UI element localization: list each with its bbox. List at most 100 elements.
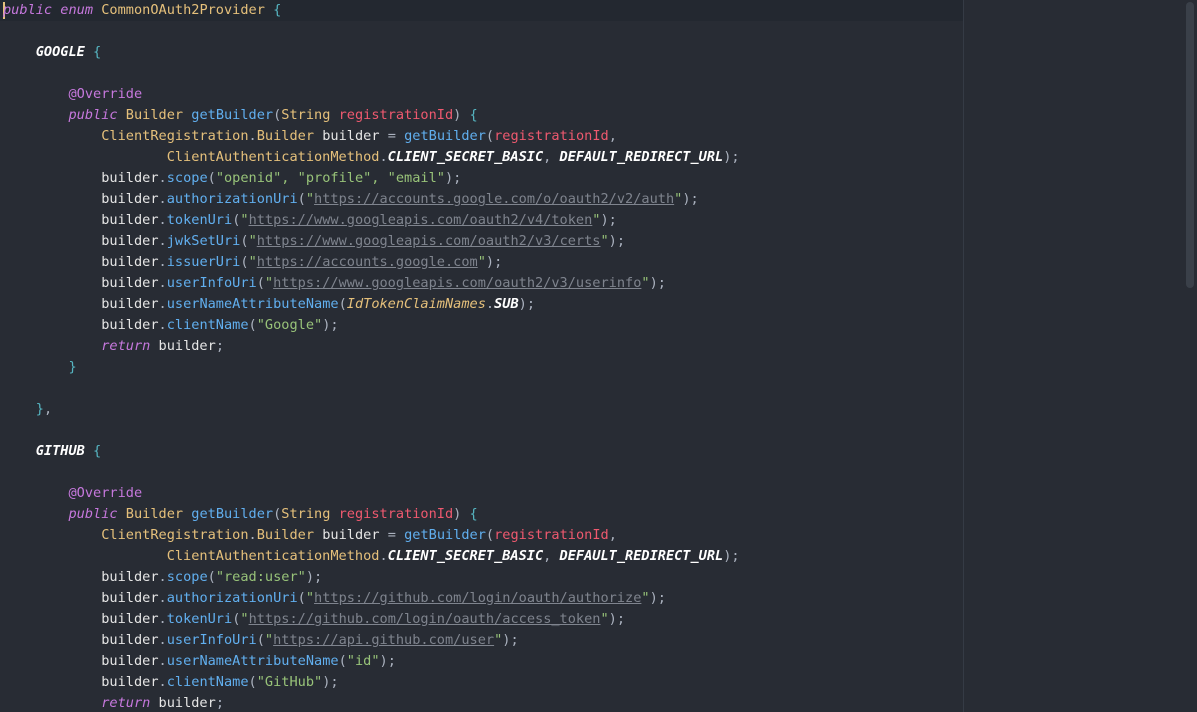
- string-literal: "id": [346, 653, 380, 669]
- keyword: return: [101, 695, 151, 711]
- parameter: registrationId: [338, 506, 454, 522]
- method-name: getBuilder: [404, 128, 486, 144]
- static-field: DEFAULT_REDIRECT_URL: [559, 149, 724, 165]
- code-line[interactable]: builder.userNameAttributeName("id");: [3, 651, 961, 672]
- code-line[interactable]: builder.clientName("GitHub");: [3, 672, 961, 693]
- static-field: CLIENT_SECRET_BASIC: [387, 149, 544, 165]
- code-content[interactable]: public enum CommonOAuth2Provider { GOOGL…: [3, 0, 961, 712]
- code-line[interactable]: @Override: [3, 84, 961, 105]
- variable: builder: [101, 170, 159, 186]
- type-name: ClientAuthenticationMethod: [166, 548, 380, 564]
- scrollbar-thumb[interactable]: [1186, 2, 1194, 288]
- code-line[interactable]: return builder;: [3, 693, 961, 712]
- code-line[interactable]: builder.scope("read:user");: [3, 567, 961, 588]
- method-name: jwkSetUri: [166, 233, 241, 249]
- variable: builder: [101, 611, 159, 627]
- right-margin-guide: [963, 0, 964, 712]
- type-name: ClientAuthenticationMethod: [166, 149, 380, 165]
- annotation: @Override: [68, 86, 143, 102]
- variable: builder: [322, 527, 380, 543]
- code-line[interactable]: },: [3, 399, 961, 420]
- variable: builder: [158, 338, 216, 354]
- code-line[interactable]: public Builder getBuilder(String registr…: [3, 105, 961, 126]
- type-name: Builder: [256, 128, 315, 144]
- variable: builder: [322, 128, 380, 144]
- code-line[interactable]: return builder;: [3, 336, 961, 357]
- code-line[interactable]: builder.issuerUri("https://accounts.goog…: [3, 252, 961, 273]
- static-field: CLIENT_SECRET_BASIC: [387, 548, 544, 564]
- code-line[interactable]: builder.jwkSetUri("https://www.googleapi…: [3, 231, 961, 252]
- keyword: public: [68, 506, 118, 522]
- variable: builder: [101, 653, 159, 669]
- code-line[interactable]: GITHUB {: [3, 441, 961, 462]
- code-line[interactable]: builder.userNameAttributeName(IdTokenCla…: [3, 294, 961, 315]
- variable: builder: [101, 296, 159, 312]
- code-line[interactable]: [3, 462, 961, 483]
- code-line[interactable]: ClientRegistration.Builder builder = get…: [3, 525, 961, 546]
- url-link[interactable]: https://github.com/login/oauth/authorize: [314, 590, 641, 606]
- code-line[interactable]: builder.userInfoUri("https://www.googlea…: [3, 273, 961, 294]
- code-line[interactable]: public Builder getBuilder(String registr…: [3, 504, 961, 525]
- code-editor[interactable]: public enum CommonOAuth2Provider { GOOGL…: [0, 0, 1182, 712]
- code-line[interactable]: }: [3, 357, 961, 378]
- method-name: scope: [166, 569, 208, 585]
- type-name: Builder: [125, 506, 184, 522]
- url-link[interactable]: https://www.googleapis.com/oauth2/v3/cer…: [257, 233, 601, 249]
- code-line[interactable]: builder.authorizationUri("https://github…: [3, 588, 961, 609]
- code-line[interactable]: builder.tokenUri("https://github.com/log…: [3, 609, 961, 630]
- code-line[interactable]: ClientAuthenticationMethod.CLIENT_SECRET…: [3, 147, 961, 168]
- keyword: public: [3, 2, 53, 18]
- static-field: DEFAULT_REDIRECT_URL: [559, 548, 724, 564]
- vertical-scrollbar[interactable]: [1182, 0, 1197, 712]
- code-line[interactable]: ClientRegistration.Builder builder = get…: [3, 126, 961, 147]
- keyword: return: [101, 338, 151, 354]
- code-line[interactable]: [3, 378, 961, 399]
- code-line[interactable]: [3, 420, 961, 441]
- code-line[interactable]: builder.tokenUri("https://www.googleapis…: [3, 210, 961, 231]
- string-literal: "GitHub": [256, 674, 323, 690]
- string-literal: "Google": [256, 317, 323, 333]
- code-line[interactable]: ClientAuthenticationMethod.CLIENT_SECRET…: [3, 546, 961, 567]
- variable: builder: [101, 632, 159, 648]
- url-link[interactable]: https://accounts.google.com/o/oauth2/v2/…: [314, 191, 674, 207]
- method-name: getBuilder: [191, 506, 274, 522]
- annotation: @Override: [68, 485, 143, 501]
- type-name: String: [281, 107, 331, 123]
- method-name: userInfoUri: [166, 275, 257, 291]
- enum-constant: GITHUB: [35, 443, 85, 459]
- method-name: clientName: [166, 674, 249, 690]
- enum-constant: GOOGLE: [35, 44, 85, 60]
- method-name: authorizationUri: [166, 191, 298, 207]
- type-name: ClientRegistration: [101, 527, 249, 543]
- method-name: tokenUri: [166, 611, 233, 627]
- parameter: registrationId: [494, 527, 609, 543]
- method-name: getBuilder: [191, 107, 274, 123]
- code-line[interactable]: [3, 63, 961, 84]
- parameter: registrationId: [494, 128, 609, 144]
- keyword: enum: [60, 2, 94, 18]
- variable: builder: [101, 317, 159, 333]
- type-name: IdTokenClaimNames: [346, 296, 486, 312]
- url-link[interactable]: https://www.googleapis.com/oauth2/v4/tok…: [249, 212, 593, 228]
- string-literal: "read:user": [215, 569, 306, 585]
- variable: builder: [158, 695, 216, 711]
- url-link[interactable]: https://www.googleapis.com/oauth2/v3/use…: [273, 275, 641, 291]
- static-field: SUB: [494, 296, 519, 312]
- code-line[interactable]: builder.userInfoUri("https://api.github.…: [3, 630, 961, 651]
- url-link[interactable]: https://github.com/login/oauth/access_to…: [249, 611, 601, 627]
- code-line[interactable]: builder.scope("openid", "profile", "emai…: [3, 168, 961, 189]
- type-name: ClientRegistration: [101, 128, 249, 144]
- url-link[interactable]: https://api.github.com/user: [273, 632, 494, 648]
- code-line[interactable]: @Override: [3, 483, 961, 504]
- code-line[interactable]: public enum CommonOAuth2Provider {: [3, 0, 961, 21]
- code-line[interactable]: GOOGLE {: [3, 42, 961, 63]
- code-line[interactable]: builder.clientName("Google");: [3, 315, 961, 336]
- string-literal: "openid", "profile", "email": [215, 170, 445, 186]
- variable: builder: [101, 191, 159, 207]
- variable: builder: [101, 674, 159, 690]
- code-line[interactable]: [3, 21, 961, 42]
- variable: builder: [101, 212, 159, 228]
- url-link[interactable]: https://accounts.google.com: [257, 254, 478, 270]
- type-name: Builder: [125, 107, 184, 123]
- code-line[interactable]: builder.authorizationUri("https://accoun…: [3, 189, 961, 210]
